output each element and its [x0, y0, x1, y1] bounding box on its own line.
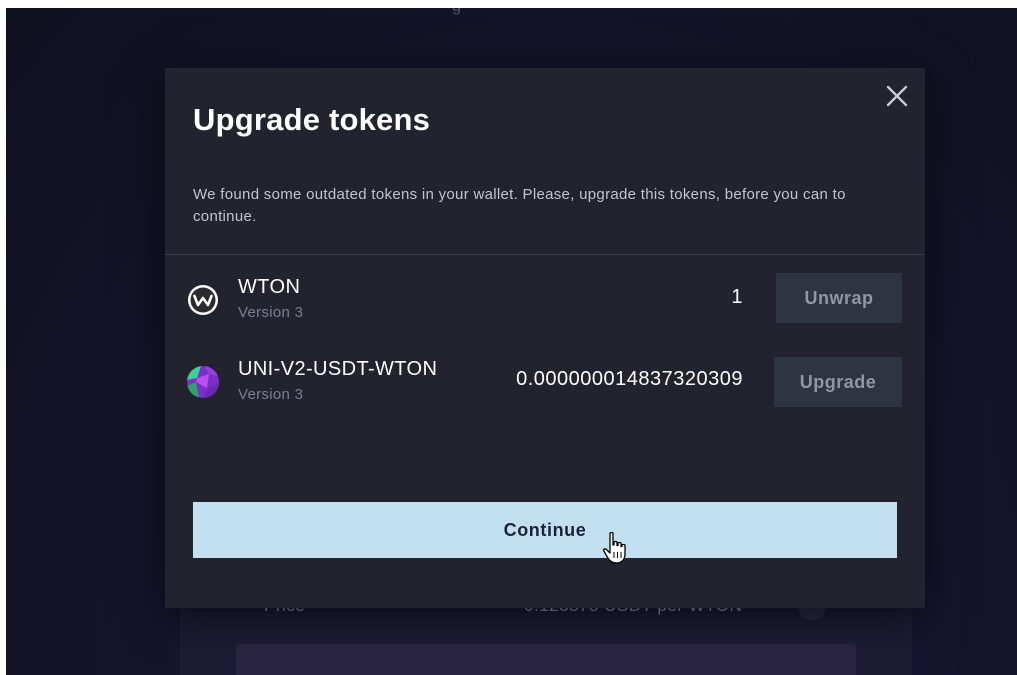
background-text: g: [452, 8, 461, 16]
token-amount: 0.000000014837320309: [516, 368, 743, 390]
unwrap-button[interactable]: Unwrap: [776, 273, 902, 323]
modal-title: Upgrade tokens: [193, 102, 431, 137]
token-name: UNI-V2-USDT-WTON: [238, 358, 438, 380]
close-icon: [886, 85, 908, 107]
upgrade-button[interactable]: Upgrade: [774, 357, 902, 407]
modal-description: We found some outdated tokens in your wa…: [193, 186, 846, 225]
token-version: Version 3: [238, 386, 304, 403]
close-button[interactable]: [883, 82, 911, 110]
wton-logo-icon: [188, 285, 218, 315]
token-version: Version 3: [238, 304, 304, 321]
divider: [165, 254, 925, 255]
token-row: UNI-V2-USDT-WTON Version 3 0.00000001483…: [165, 352, 925, 412]
upgrade-tokens-modal: Upgrade tokens We found some outdated to…: [165, 68, 925, 608]
token-row: WTON Version 3 1 Unwrap: [165, 268, 925, 328]
continue-button[interactable]: Continue: [193, 502, 897, 558]
token-amount: 1: [731, 286, 743, 308]
token-name: WTON: [238, 276, 301, 298]
uni-v2-pool-icon: [187, 366, 219, 398]
background-swap-button: [236, 644, 856, 675]
